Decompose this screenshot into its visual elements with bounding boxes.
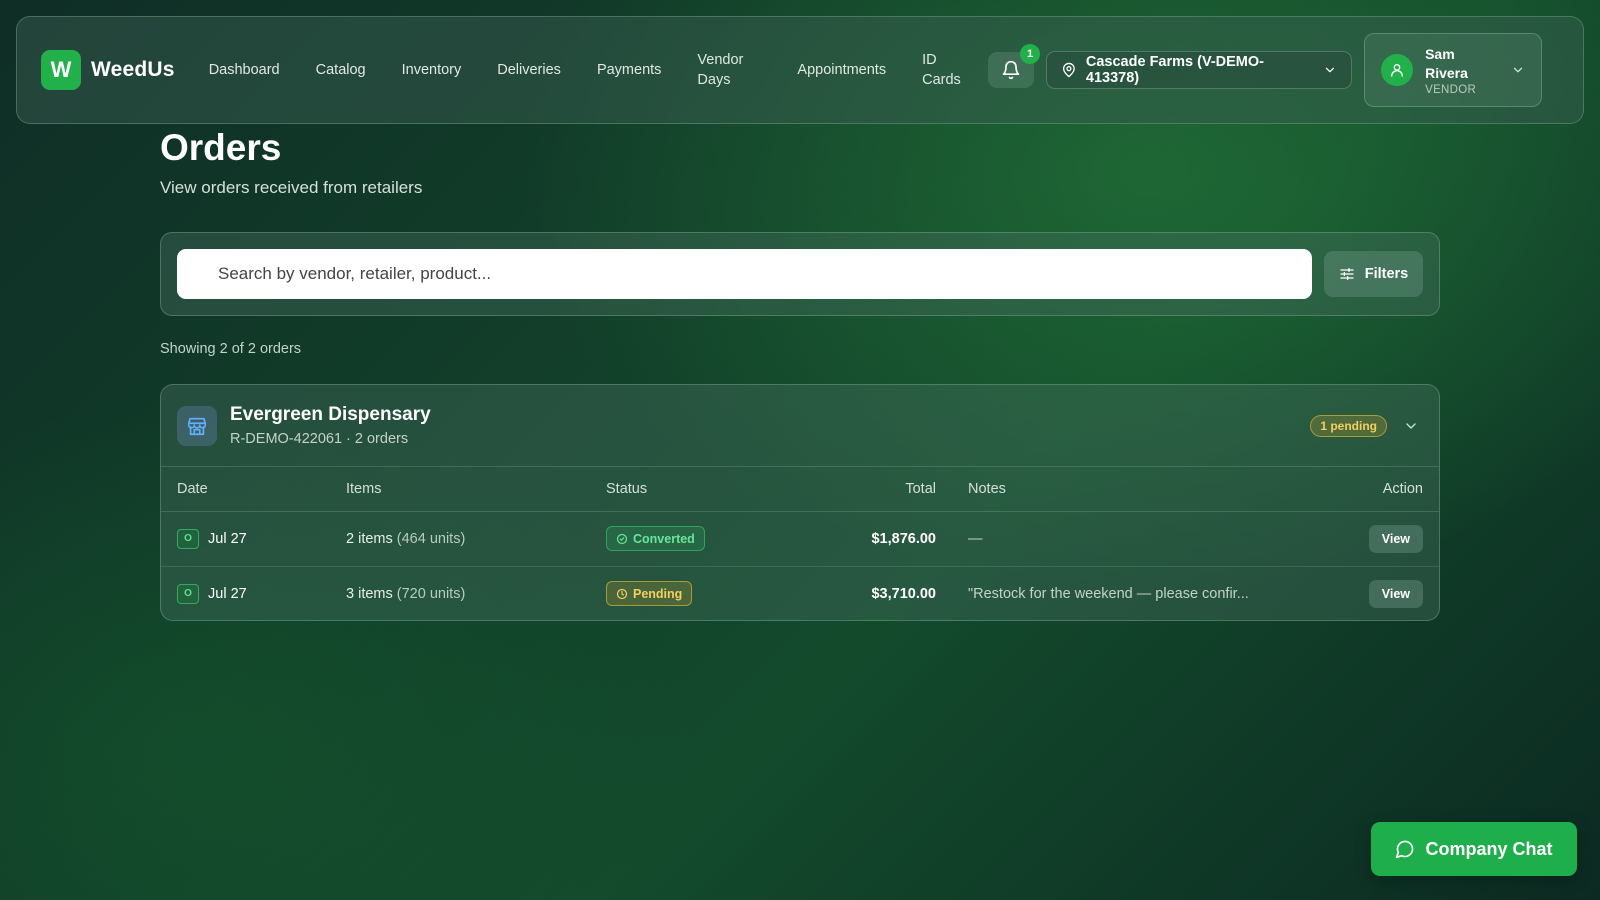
status-badge: Pending [606, 581, 693, 607]
nav-deliveries[interactable]: Deliveries [479, 60, 579, 80]
chevron-down-icon [1326, 67, 1335, 73]
page-title: Orders [160, 127, 282, 168]
nav-appointments[interactable]: Appointments [779, 60, 904, 80]
orders-table: Date Items Status Total Notes Action O J… [161, 467, 1439, 620]
order-notes: "Restock for the weekend — please confir… [968, 585, 1249, 602]
results-count: Showing 2 of 2 orders [160, 341, 302, 357]
status-label: Converted [633, 531, 695, 546]
nav-payments[interactable]: Payments [579, 60, 679, 80]
chevron-down-icon [1513, 67, 1523, 73]
order-notes: — [968, 530, 983, 547]
order-date-cell: O Jul 27 [177, 528, 314, 549]
group-header[interactable]: Evergreen Dispensary R-DEMO-422061 · 2 o… [161, 385, 1439, 467]
nav-catalog[interactable]: Catalog [298, 60, 384, 80]
chevron-down-icon[interactable] [1403, 418, 1419, 434]
order-date-cell: O Jul 27 [177, 583, 314, 604]
clock-icon [616, 588, 628, 599]
column-header-total: Total [765, 467, 952, 512]
user-role: VENDOR [1425, 83, 1477, 96]
location-selector[interactable]: Cascade Farms (V-DEMO-413378) [1046, 51, 1353, 89]
order-total: $1,876.00 [765, 511, 952, 567]
user-icon [1391, 63, 1404, 77]
status-badge: Converted [606, 526, 705, 551]
order-date: Jul 27 [208, 585, 247, 602]
order-type-marker: O [177, 583, 199, 604]
user-info: Sam Rivera VENDOR [1425, 45, 1485, 96]
status-label: Pending [633, 586, 683, 601]
app-logo[interactable]: W WeedUs [41, 50, 175, 90]
top-nav-bar: W WeedUs Dashboard Catalog Inventory Del… [16, 16, 1584, 124]
order-items: 2 items [346, 530, 393, 547]
logo-mark: W [41, 50, 81, 90]
column-header-notes: Notes [952, 467, 1282, 512]
company-chat-label: Company Chat [1425, 838, 1553, 859]
order-units: (720 units) [396, 585, 466, 602]
bell-icon [1002, 60, 1020, 80]
retailer-order-group: Evergreen Dispensary R-DEMO-422061 · 2 o… [160, 384, 1440, 621]
group-title-block: Evergreen Dispensary R-DEMO-422061 · 2 o… [230, 404, 431, 447]
filters-button[interactable]: Filters [1324, 251, 1423, 297]
retailer-meta: R-DEMO-422061 · 2 orders [230, 431, 409, 447]
company-chat-button[interactable]: Company Chat [1371, 822, 1577, 876]
order-total: $3,710.00 [871, 585, 936, 602]
table-row[interactable]: O Jul 27 2 items (464 units) Converted $… [161, 511, 1439, 567]
store-icon [177, 405, 217, 446]
chat-bubble-icon [1396, 840, 1414, 859]
order-date: Jul 27 [208, 530, 247, 547]
avatar [1381, 54, 1414, 86]
nav-id-cards[interactable]: ID Cards [904, 50, 976, 90]
order-type-marker: O [177, 528, 199, 549]
pending-count-badge: 1 pending [1310, 414, 1387, 437]
column-header-date: Date [161, 467, 330, 512]
table-header-row: Date Items Status Total Notes Action [161, 467, 1439, 512]
main-nav: Dashboard Catalog Inventory Deliveries P… [191, 50, 976, 90]
column-header-items: Items [330, 467, 590, 512]
notifications-button[interactable]: 1 [988, 44, 1041, 88]
nav-inventory[interactable]: Inventory [384, 60, 480, 80]
column-header-action: Action [1282, 467, 1439, 512]
nav-vendor-days[interactable]: Vendor Days [679, 50, 779, 90]
page-subtitle: View orders received from retailers [160, 178, 423, 197]
order-units: (464 units) [396, 530, 466, 547]
view-order-button[interactable]: View [1368, 524, 1423, 553]
order-items: 3 items [346, 585, 393, 602]
map-pin-icon [1063, 62, 1075, 78]
search-input[interactable] [177, 249, 1312, 299]
view-order-button[interactable]: View [1368, 579, 1423, 608]
nav-dashboard[interactable]: Dashboard [191, 60, 298, 80]
user-menu[interactable]: Sam Rivera VENDOR [1364, 33, 1543, 107]
table-row[interactable]: O Jul 27 3 items (720 units) Pending $3,… [161, 566, 1439, 620]
notification-count-badge: 1 [1020, 44, 1041, 64]
check-circle-icon [616, 533, 628, 544]
filters-label: Filters [1364, 266, 1409, 282]
column-header-status: Status [590, 467, 765, 512]
search-panel: Filters [160, 232, 1440, 316]
app-name: WeedUs [91, 58, 175, 81]
retailer-name: Evergreen Dispensary [230, 404, 431, 425]
sliders-icon [1340, 268, 1354, 280]
user-name: Sam Rivera [1425, 45, 1468, 81]
location-label: Cascade Farms (V-DEMO-413378) [1085, 54, 1264, 86]
